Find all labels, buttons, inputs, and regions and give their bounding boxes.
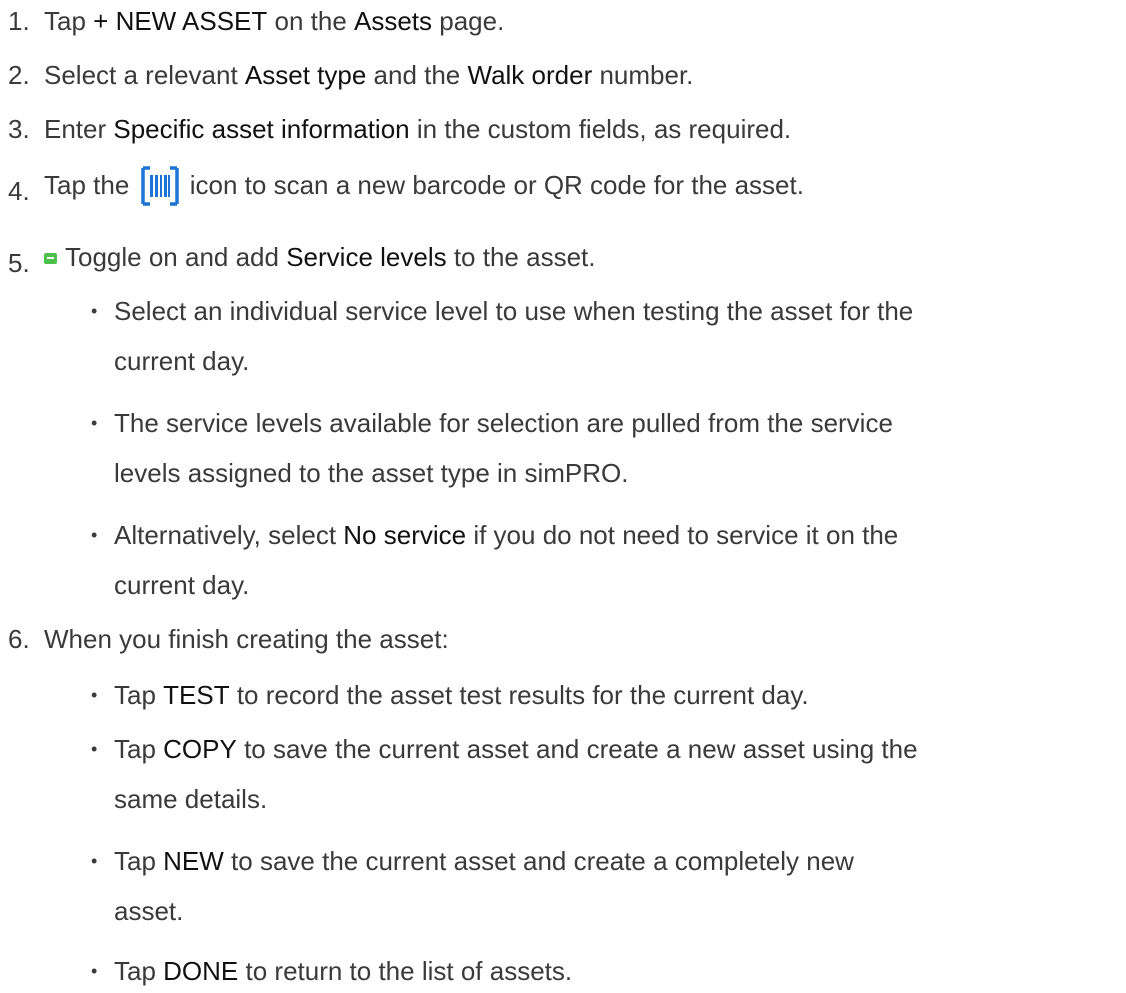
- text-run: Select a relevant: [44, 60, 245, 90]
- step-number: 6.: [8, 624, 30, 654]
- text-run: number.: [592, 60, 694, 90]
- bullet-text: asset.: [114, 896, 184, 926]
- new-label: NEW: [163, 846, 224, 876]
- text-run: Tap the: [44, 170, 137, 200]
- bullet-text: same details.: [114, 784, 268, 814]
- new-asset-label: + NEW ASSET: [93, 6, 268, 36]
- bullet-text: Alternatively, select No service if you …: [114, 520, 898, 550]
- text-run: page.: [432, 6, 505, 36]
- mp-badge-icon: [44, 253, 57, 264]
- bullet-icon: •: [91, 301, 98, 321]
- step-number: 3.: [8, 114, 30, 144]
- text-run: and the: [366, 60, 468, 90]
- text-run: to save the current asset and create a c…: [223, 846, 854, 876]
- text-run: Tap: [114, 680, 164, 710]
- bullet-icon: •: [91, 525, 98, 545]
- bullet-icon: •: [91, 739, 98, 759]
- bullet-icon: •: [91, 413, 98, 433]
- no-service-label: No service: [343, 520, 467, 550]
- step-number: 1.: [8, 6, 30, 36]
- text-run: to save the current asset and create a n…: [236, 734, 918, 764]
- bullet-text: Tap DONE to return to the list of assets…: [114, 956, 572, 986]
- text-run: Tap: [114, 734, 164, 764]
- text-run: icon to scan a new barcode or QR code fo…: [182, 170, 804, 200]
- bullet-text: current day.: [114, 346, 250, 376]
- text-run: to return to the list of assets.: [238, 956, 573, 986]
- text-run: Tap: [114, 846, 164, 876]
- assets-page-label: Assets: [354, 6, 433, 36]
- step-text: Toggle on and add Service levels to the …: [44, 242, 595, 272]
- copy-label: COPY: [163, 734, 237, 764]
- asset-type-label: Asset type: [244, 60, 367, 90]
- text-run: Tap: [44, 6, 94, 36]
- step-text: Tap the icon to scan a new barcode or QR…: [44, 166, 804, 212]
- bullet-text: Tap NEW to save the current asset and cr…: [114, 846, 854, 876]
- step-text: Tap + NEW ASSET on the Assets page.: [44, 6, 504, 36]
- bullet-text: levels assigned to the asset type in sim…: [114, 458, 629, 488]
- service-levels-label: Service levels: [286, 242, 447, 272]
- text-run: to the asset.: [446, 242, 596, 272]
- bullet-text: The service levels available for selecti…: [114, 408, 893, 438]
- bullet-icon: •: [91, 961, 98, 981]
- bullet-text: Select an individual service level to us…: [114, 296, 914, 326]
- done-label: DONE: [163, 956, 239, 986]
- step-number: 2.: [8, 60, 30, 90]
- text-run: Enter: [44, 114, 114, 144]
- bullet-icon: •: [91, 851, 98, 871]
- step-number: 4.: [8, 176, 30, 206]
- step-text: Enter Specific asset information in the …: [44, 114, 791, 144]
- step-number: 5.: [8, 248, 30, 278]
- bullet-text: Tap COPY to save the current asset and c…: [114, 734, 918, 764]
- specific-asset-info-label: Specific asset information: [113, 114, 410, 144]
- bullet-text: Tap TEST to record the asset test result…: [114, 680, 809, 710]
- step-text: Select a relevant Asset type and the Wal…: [44, 60, 693, 90]
- text-run: on the: [267, 6, 354, 36]
- walk-order-label: Walk order: [467, 60, 593, 90]
- text-run: to record the asset test results for the…: [229, 680, 809, 710]
- step-text: When you finish creating the asset:: [44, 624, 449, 654]
- bullet-icon: •: [91, 685, 98, 705]
- text-run: Tap: [114, 956, 164, 986]
- text-run: Toggle on and add: [65, 242, 287, 272]
- text-run: in the custom fields, as required.: [409, 114, 792, 144]
- barcode-scan-icon: [140, 166, 179, 212]
- text-run: if you do not need to service it on the: [466, 520, 899, 550]
- text-run: Alternatively, select: [114, 520, 344, 550]
- test-label: TEST: [163, 680, 230, 710]
- bullet-text: current day.: [114, 570, 250, 600]
